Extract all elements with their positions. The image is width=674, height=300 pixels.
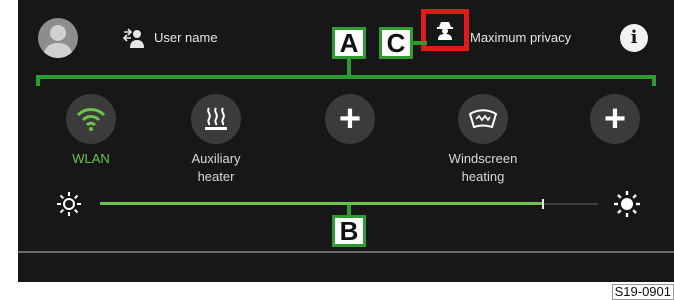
incognito-agent-icon [437, 22, 453, 40]
callout-a: A [332, 27, 366, 59]
brightness-low-icon[interactable] [56, 191, 82, 217]
switch-user-icon[interactable] [122, 27, 146, 49]
privacy-mode-button[interactable] [421, 9, 469, 51]
tile-aux-heater-label-line1: Auxiliary [191, 151, 241, 166]
avatar-icon[interactable] [38, 18, 78, 58]
tile-windscreen-heating-label-line1: Windscreen [448, 151, 518, 166]
infotainment-screen: User name Maximum privacy i A C B WLAN A… [18, 0, 674, 282]
brightness-slider-fill [100, 202, 543, 205]
tile-add-button-2[interactable]: + [590, 94, 640, 144]
callout-a-bracket [36, 58, 656, 86]
callout-c-connector [413, 41, 427, 45]
info-icon[interactable]: i [620, 24, 648, 52]
callout-b: B [332, 215, 366, 247]
privacy-label: Maximum privacy [470, 30, 572, 45]
panel-divider [18, 251, 674, 253]
windscreen-heating-icon [468, 109, 498, 129]
plus-icon: + [603, 98, 627, 140]
tile-add-button[interactable]: + [325, 94, 375, 144]
tile-wlan-label: WLAN [72, 151, 110, 166]
plus-icon: + [338, 98, 362, 140]
figure-code: S19-0901 [611, 284, 674, 300]
callout-c: C [379, 27, 413, 59]
aux-heater-icon [205, 107, 227, 130]
wifi-icon [76, 108, 106, 131]
user-name-label[interactable]: User name [154, 30, 218, 45]
tile-wlan-button[interactable] [66, 94, 116, 144]
tile-windscreen-heating-label-line2: heating [461, 169, 505, 184]
tile-aux-heater-button[interactable] [191, 94, 241, 144]
brightness-slider[interactable] [100, 199, 598, 209]
brightness-high-icon[interactable] [614, 191, 640, 217]
brightness-slider-thumb[interactable] [542, 199, 544, 209]
tile-aux-heater-label: Auxiliary heater [161, 150, 271, 186]
tile-windscreen-heating-button[interactable] [458, 94, 508, 144]
tile-aux-heater-label-line2: heater [197, 169, 235, 184]
tile-windscreen-heating-label: Windscreen heating [428, 150, 538, 186]
